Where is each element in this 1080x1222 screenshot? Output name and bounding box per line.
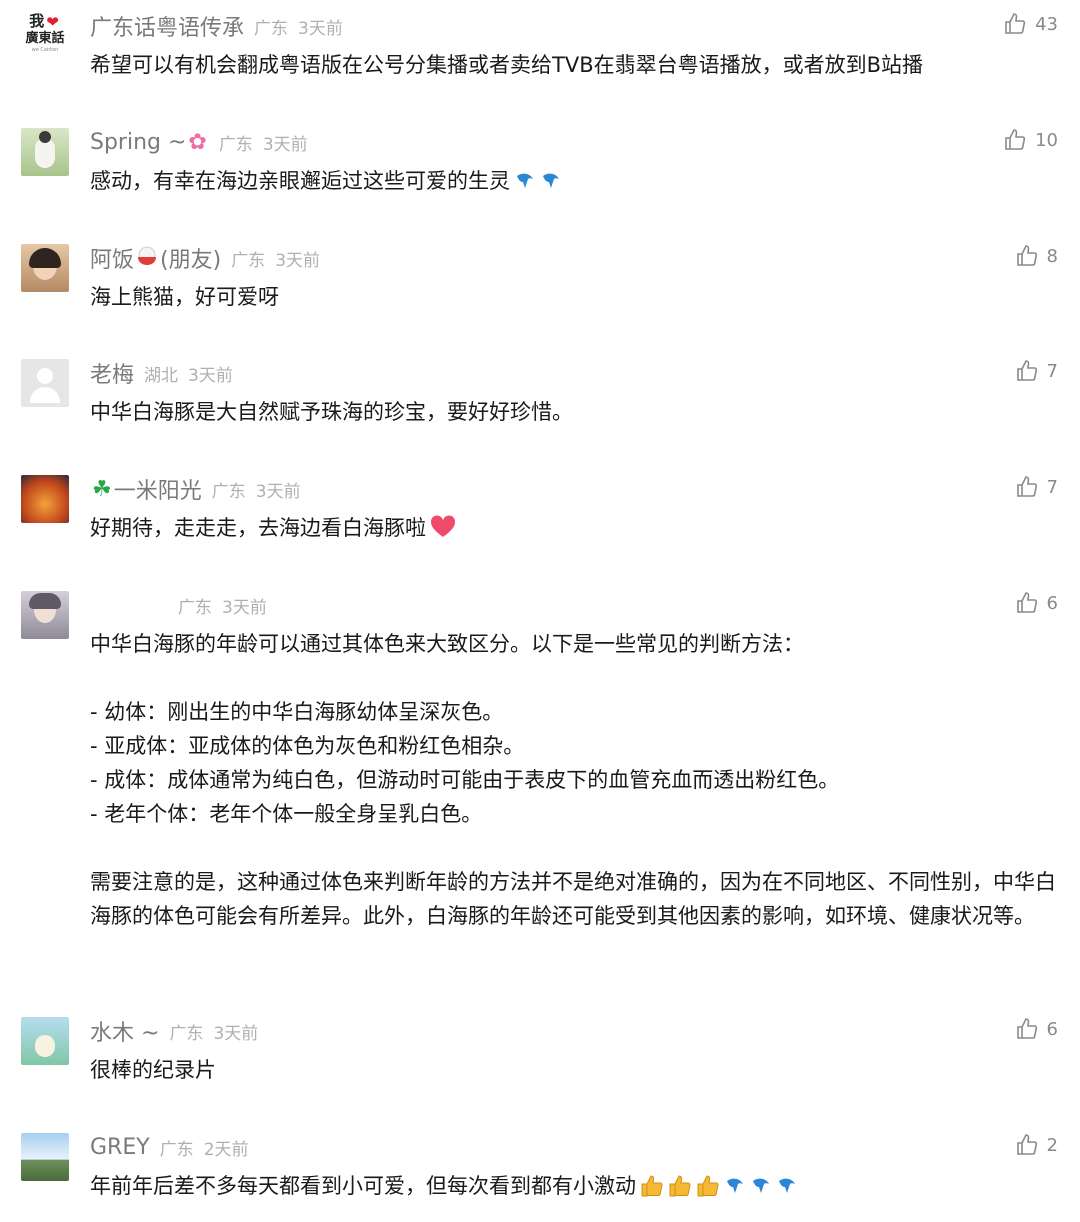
comment-text: 海上熊猫，好可爱呀	[90, 285, 279, 309]
like-button[interactable]: 8	[1015, 244, 1058, 268]
thumbs-up-icon	[1016, 476, 1037, 497]
like-button[interactable]: 6	[1015, 1017, 1058, 1041]
like-button[interactable]: 10	[1003, 128, 1058, 152]
location: 广东	[254, 18, 289, 39]
comment-text: 感动，有幸在海边亲眼邂逅过这些可爱的生灵	[90, 164, 1058, 202]
avatar-text: 廣東話	[25, 30, 65, 46]
location: 广东	[211, 481, 246, 502]
thumbs-up-icon	[1005, 129, 1026, 150]
comment-item: 水木 ~ 广东 3天前 很棒的纪录片	[0, 1015, 1080, 1087]
thumbs-up-icon	[1016, 1018, 1037, 1039]
avatar[interactable]	[21, 475, 69, 523]
like-count: 7	[1046, 360, 1058, 382]
like-count: 10	[1035, 129, 1058, 151]
avatar-text: 我	[29, 12, 45, 30]
avatar[interactable]: 我 ❤ 廣東話 we Canton	[21, 12, 69, 60]
location: 广东	[169, 1023, 204, 1044]
relation-label: (朋友)	[160, 248, 222, 273]
like-button[interactable]: 43	[1003, 12, 1058, 36]
like-button[interactable]: 2	[1015, 1133, 1058, 1157]
thumbs-up-icon	[1005, 13, 1026, 34]
thumbs-up-emoji-icon	[668, 1173, 692, 1207]
username[interactable]: GREY	[90, 1135, 150, 1160]
like-button[interactable]: 7	[1015, 359, 1058, 383]
username[interactable]: 一米阳光	[114, 473, 202, 505]
comment-text: 中华白海豚的年龄可以通过其体色来大致区分。以下是一些常见的判断方法： - 幼体：…	[90, 632, 1056, 928]
timestamp: 3天前	[222, 597, 267, 618]
username[interactable]: 水木 ~	[90, 1015, 159, 1047]
comment-item: 老梅 湖北 3天前 中华白海豚是大自然赋予珠海的珍宝，要好好珍惜。	[0, 357, 1080, 429]
location: 广东	[218, 134, 253, 155]
thumbs-up-icon	[1016, 1134, 1037, 1155]
timestamp: 3天前	[298, 18, 343, 39]
dolphin-icon	[514, 168, 536, 202]
like-count: 2	[1046, 1134, 1058, 1156]
dolphin-icon	[540, 168, 562, 202]
like-button[interactable]: 7	[1015, 475, 1058, 499]
dolphin-icon	[776, 1173, 798, 1207]
avatar-text: we Canton	[31, 46, 59, 53]
comment-text: 很棒的纪录片	[90, 1058, 216, 1082]
comment-item: 阿饭 (朋友) 广东 3天前 海上熊猫，好可爱呀	[0, 242, 1080, 314]
comment-text: 年前年后差不多每天都看到小可爱，但每次看到都有小激动	[90, 1169, 1058, 1207]
avatar-default[interactable]	[21, 359, 69, 407]
flower-icon: ✿	[188, 129, 207, 155]
avatar[interactable]	[21, 591, 69, 639]
username[interactable]: 老梅	[90, 357, 134, 389]
timestamp: 2天前	[203, 1139, 249, 1160]
timestamp: 3天前	[188, 365, 233, 386]
comment-text-content: 好期待，走走走，去海边看白海豚啦	[90, 516, 426, 540]
like-count: 43	[1035, 13, 1058, 35]
thumbs-up-emoji-icon	[696, 1173, 720, 1207]
like-count: 8	[1046, 245, 1058, 267]
comment-text: 中华白海豚是大自然赋予珠海的珍宝，要好好珍惜。	[90, 400, 573, 424]
comment-text: 好期待，走走走，去海边看白海豚啦	[90, 511, 1058, 549]
like-button[interactable]: 6	[1015, 591, 1058, 615]
timestamp: 3天前	[255, 481, 301, 502]
comment-item: Spring ~ ✿ 广东 3天前 感动，有幸在海边亲眼邂逅过这些可爱的生灵	[0, 126, 1080, 202]
like-count: 6	[1046, 1018, 1058, 1040]
thumbs-up-emoji-icon	[640, 1173, 664, 1207]
heart-icon: ❤	[46, 12, 59, 31]
timestamp: 3天前	[213, 1023, 259, 1044]
comment-text-content: 感动，有幸在海边亲眼邂逅过这些可爱的生灵	[90, 169, 510, 193]
rice-bowl-icon	[136, 245, 158, 271]
dolphin-icon	[724, 1173, 746, 1207]
username[interactable]: 阿饭	[90, 242, 134, 274]
comment-item: 广东 3天前 中华白海豚的年龄可以通过其体色来大致区分。以下是一些常见的判断方法…	[0, 589, 1080, 933]
dolphin-icon	[750, 1173, 772, 1207]
location: 广东	[178, 597, 212, 618]
username[interactable]: Spring ~	[90, 130, 186, 155]
thumbs-up-icon	[1016, 245, 1037, 266]
comment-item: GREY 广东 2天前 年前年后差不多每天都看到小可爱，但每次看到都有小激动	[0, 1131, 1080, 1207]
like-count: 6	[1046, 592, 1058, 614]
thumbs-up-icon	[1016, 592, 1037, 613]
clover-icon: ☘	[92, 476, 112, 502]
location: 广东	[231, 250, 266, 271]
location: 湖北	[144, 365, 179, 386]
avatar[interactable]	[21, 1133, 69, 1181]
comment-text-content: 年前年后差不多每天都看到小可爱，但每次看到都有小激动	[90, 1174, 636, 1198]
avatar[interactable]	[21, 128, 69, 176]
heart-icon	[430, 515, 456, 549]
avatar[interactable]	[21, 1017, 69, 1065]
timestamp: 3天前	[275, 250, 321, 271]
username[interactable]: 广东话粤语传承	[90, 10, 244, 42]
timestamp: 3天前	[262, 134, 308, 155]
comment-item: 我 ❤ 廣東話 we Canton 广东话粤语传承 广东 3天前 希望可以有机会翻…	[0, 10, 1080, 82]
location: 广东	[159, 1139, 194, 1160]
comment-text: 希望可以有机会翻成粤语版在公号分集播或者卖给TVB在翡翠台粤语播放，或者放到B站…	[90, 53, 924, 77]
comment-item: ☘ 一米阳光 广东 3天前 好期待，走走走，去海边看白海豚啦	[0, 473, 1080, 549]
avatar[interactable]	[21, 244, 69, 292]
thumbs-up-icon	[1016, 360, 1037, 381]
like-count: 7	[1046, 476, 1058, 498]
